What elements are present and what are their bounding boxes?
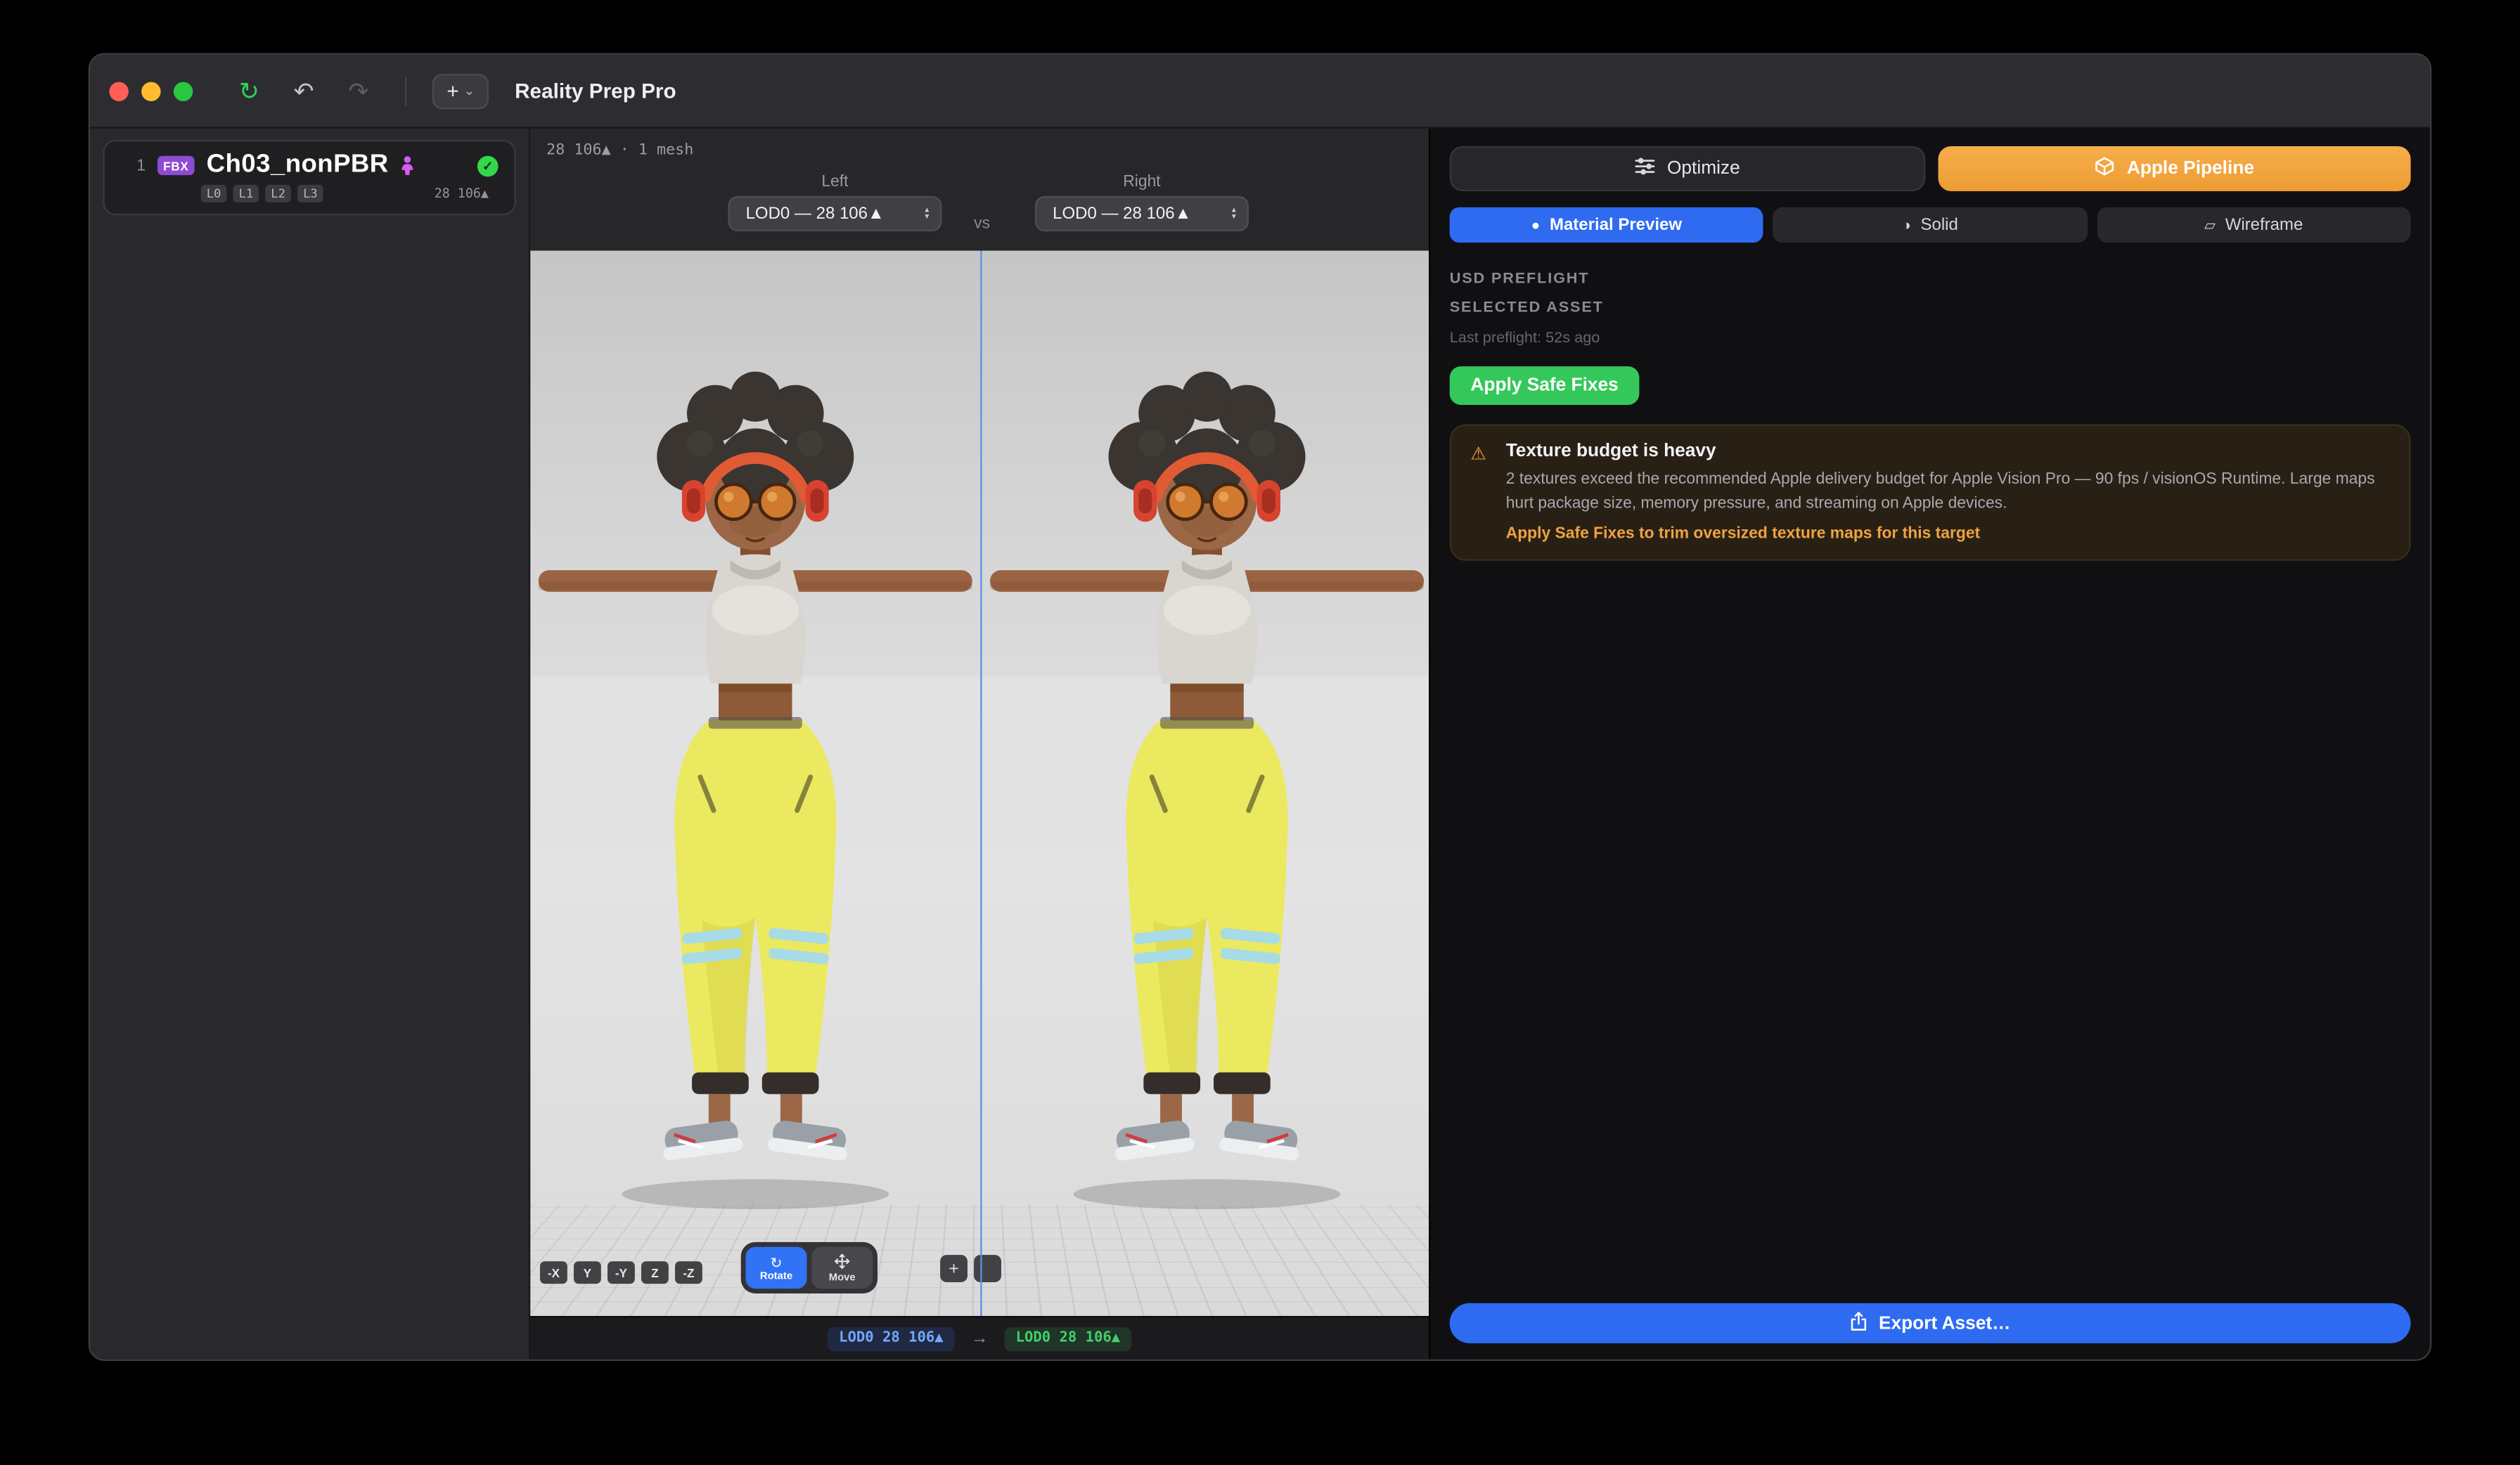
cube-icon xyxy=(2095,156,2116,182)
left-lod-value: LOD0 — 28 106▲ xyxy=(745,204,885,224)
chevron-updown-icon: ▲ ▼ xyxy=(1230,205,1238,221)
lod-badge-l3: L3 xyxy=(297,184,323,202)
viewport-footer: LOD0 28 106▲ → LOD0 28 106▲ xyxy=(530,1315,1429,1360)
app-window: ↻ ↶ ↷ + ⌄ Reality Prep Pro 1 FBX Ch03_no… xyxy=(88,53,2432,1361)
viewport-right-pane[interactable] xyxy=(982,251,1429,1316)
axis-button-z[interactable]: Z xyxy=(641,1261,669,1284)
compare-divider[interactable] xyxy=(979,250,982,1316)
selected-asset-label: SELECTED ASSET xyxy=(1449,299,1604,317)
lod-badge-l0: L0 xyxy=(200,184,227,202)
chevron-down-icon: ⌄ xyxy=(463,83,475,98)
toolbar-separator xyxy=(404,76,407,105)
close-window-button[interactable] xyxy=(109,81,129,101)
refresh-button[interactable]: ↻ xyxy=(229,72,270,110)
axis-button-negy[interactable]: -Y xyxy=(607,1261,635,1284)
axis-buttons: -X Y -Y Z -Z xyxy=(539,1261,702,1284)
asset-name: Ch03_nonPBR xyxy=(206,150,389,179)
rotate-tool-button[interactable]: ↻ Rotate xyxy=(745,1246,807,1289)
zoom-window-button[interactable] xyxy=(173,81,193,101)
undo-button[interactable]: ↶ xyxy=(283,72,324,110)
export-asset-button[interactable]: Export Asset… xyxy=(1449,1303,2411,1343)
inspector-panel: Optimize Apple Pipeline ● Material Previ… xyxy=(1430,128,2430,1360)
left-pane-label: Left xyxy=(821,173,849,191)
material-preview-button[interactable]: ● Material Preview xyxy=(1449,207,1764,243)
plus-icon: + xyxy=(446,78,459,103)
chevron-updown-icon: ▲ ▼ xyxy=(923,205,931,221)
right-lod-select[interactable]: LOD0 — 28 106▲ ▲ ▼ xyxy=(1034,195,1249,232)
gizmo-toolbar: ↻ Rotate Move xyxy=(740,1241,878,1293)
desktop: ↻ ↶ ↷ + ⌄ Reality Prep Pro 1 FBX Ch03_no… xyxy=(0,0,2520,1465)
right-lod-value: LOD0 — 28 106▲ xyxy=(1053,204,1192,224)
asset-sidebar: 1 FBX Ch03_nonPBR ✓ L0 L1 L2 L3 28 106▲ xyxy=(89,128,531,1360)
minimize-window-button[interactable] xyxy=(141,81,161,101)
axis-button-negx[interactable]: -X xyxy=(539,1261,567,1284)
apply-safe-fixes-link[interactable]: Apply Safe Fixes to trim oversized textu… xyxy=(1506,525,2390,543)
mesh-stats: 28 106▲ · 1 mesh xyxy=(546,140,694,159)
app-title: Reality Prep Pro xyxy=(515,78,676,103)
arrow-right-icon: → xyxy=(970,1329,989,1348)
warning-title: Texture budget is heavy xyxy=(1505,441,1716,461)
asset-list-item[interactable]: 1 FBX Ch03_nonPBR ✓ L0 L1 L2 L3 28 106▲ xyxy=(103,139,516,216)
triangle-count: 28 106▲ xyxy=(434,186,489,201)
texture-budget-warning-card: ⚠ Texture budget is heavy 2 textures exc… xyxy=(1449,424,2411,561)
warning-icon: ⚠ xyxy=(1470,445,1486,465)
left-lod-chip: LOD0 28 106▲ xyxy=(828,1326,955,1351)
redo-button[interactable]: ↷ xyxy=(338,72,379,110)
vs-label: vs xyxy=(974,215,990,233)
viewport-header: 28 106▲ · 1 mesh Left LOD0 — 28 106▲ ▲▼ xyxy=(530,128,1429,251)
redo-icon: ↷ xyxy=(348,77,369,105)
move-tool-button[interactable]: Move xyxy=(811,1246,873,1289)
character-model-left xyxy=(530,360,980,1227)
sliders-icon xyxy=(1635,156,1656,182)
filled-circle-icon: ● xyxy=(1531,216,1541,233)
traffic-lights xyxy=(109,81,193,101)
half-circle-icon: ◑ xyxy=(1902,216,1911,233)
right-pane-label: Right xyxy=(1123,173,1161,191)
titlebar: ↻ ↶ ↷ + ⌄ Reality Prep Pro xyxy=(89,54,2430,129)
viewport-column: 28 106▲ · 1 mesh Left LOD0 — 28 106▲ ▲▼ xyxy=(530,128,1431,1360)
viewport-left-pane[interactable] xyxy=(530,251,980,1316)
character-icon xyxy=(400,156,415,176)
axis-button-y[interactable]: Y xyxy=(573,1261,601,1284)
add-view-button[interactable]: + xyxy=(940,1255,968,1282)
rotate-icon: ↻ xyxy=(770,1253,783,1270)
right-lod-chip: LOD0 28 106▲ xyxy=(1004,1326,1132,1351)
check-icon: ✓ xyxy=(482,158,494,173)
clipped-view-button[interactable] xyxy=(974,1255,1001,1282)
asset-index: 1 xyxy=(136,156,146,174)
apply-safe-fixes-button[interactable]: Apply Safe Fixes xyxy=(1449,366,1640,405)
character-model-right xyxy=(982,360,1429,1227)
axis-button-negz[interactable]: -Z xyxy=(674,1261,702,1284)
apple-pipeline-tab-button[interactable]: Apple Pipeline xyxy=(1938,146,2411,191)
refresh-icon: ↻ xyxy=(238,77,259,105)
asset-ok-badge: ✓ xyxy=(477,155,499,176)
usd-preflight-label: USD PREFLIGHT xyxy=(1449,269,1590,288)
last-preflight-timestamp: Last preflight: 52s ago xyxy=(1449,329,1600,347)
move-icon xyxy=(834,1253,850,1272)
left-lod-select[interactable]: LOD0 — 28 106▲ ▲ ▼ xyxy=(728,195,942,232)
warning-body: 2 textures exceed the recommended Apple … xyxy=(1505,470,2375,513)
3d-viewport[interactable]: -X Y -Y Z -Z ↻ Rotate Move + xyxy=(530,250,1429,1316)
add-asset-button[interactable]: + ⌄ xyxy=(432,72,489,109)
wireframe-mode-button[interactable]: ▱ Wireframe xyxy=(2097,207,2411,243)
optimize-tab-button[interactable]: Optimize xyxy=(1449,146,1926,191)
format-badge: FBX xyxy=(156,155,195,176)
undo-icon: ↶ xyxy=(293,77,314,105)
lod-badge-l1: L1 xyxy=(233,184,259,202)
wireframe-icon: ▱ xyxy=(2204,216,2216,233)
solid-mode-button[interactable]: ◑ Solid xyxy=(1773,207,2088,243)
lod-badge-l2: L2 xyxy=(265,184,291,202)
share-icon xyxy=(1850,1310,1868,1336)
